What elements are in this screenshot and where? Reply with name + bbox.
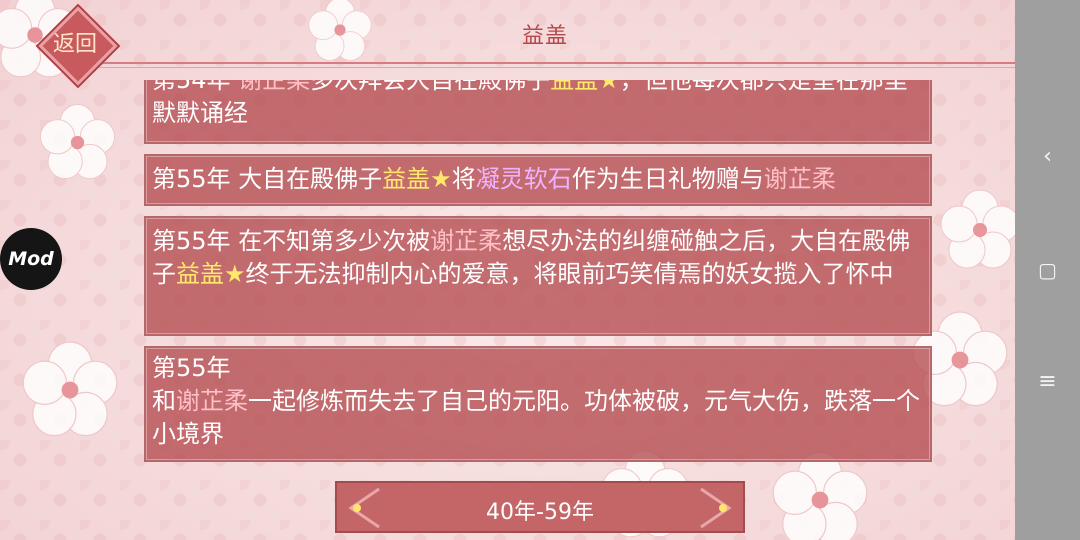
- blossom-decoration: [22, 341, 118, 437]
- header-divider: [95, 62, 1015, 64]
- page-range-selector[interactable]: 40年-59年: [335, 481, 745, 533]
- event-year: 第55年: [152, 354, 231, 382]
- next-page-icon[interactable]: [697, 487, 737, 529]
- event-text-segment: 和: [152, 387, 176, 415]
- event-card: 第55年 在不知第多少次被谢芷柔想尽办法的纠缠碰触之后，大自在殿佛子益盖★终于无…: [144, 216, 932, 336]
- npc-name: 益盖★: [176, 260, 246, 288]
- event-text: 第55年 大自在殿佛子益盖★将凝灵软石作为生日礼物赠与谢芷柔: [152, 165, 836, 193]
- event-log-list[interactable]: 第54年 谢芷柔多次拜会大自在殿佛子益盖★，但他每次都只是呈在那里默默诵经 第5…: [144, 80, 936, 472]
- event-text: 第55年 在不知第多少次被谢芷柔想尽办法的纠缠碰触之后，大自在殿佛子益盖★终于无…: [152, 227, 910, 288]
- item-name: 凝灵软石: [475, 165, 572, 193]
- character-name: 谢芷柔: [763, 165, 836, 193]
- event-text: 第55年和谢芷柔一起修炼而失去了自己的元阳。功体被破，元气大伤，跌落一个小境界: [152, 354, 920, 448]
- event-year: 第55年: [152, 227, 231, 255]
- nav-menu-button[interactable]: ≡: [1015, 362, 1080, 402]
- event-text-segment: 大自在殿佛子: [238, 165, 383, 193]
- nav-home-button[interactable]: ▢: [1015, 250, 1080, 290]
- event-text-segment: 一起修炼而失去了自己的元阳。功体被破，元气大伤，跌落一个小境界: [152, 387, 920, 448]
- character-name: 谢芷柔: [430, 227, 503, 255]
- npc-name: 益盖★: [550, 80, 620, 94]
- character-name: 谢芷柔: [176, 387, 248, 415]
- nav-back-button[interactable]: ‹: [1015, 137, 1080, 177]
- mod-badge[interactable]: Mod: [0, 228, 62, 290]
- back-button[interactable]: 返回: [38, 6, 118, 86]
- page-range-label: 40年-59年: [486, 500, 594, 525]
- event-text-segment: 终于无法抑制内心的爱意，将眼前巧笑倩焉的妖女揽入了怀中: [245, 260, 894, 288]
- event-year: 第55年: [152, 165, 231, 193]
- header-divider: [95, 67, 1015, 68]
- event-card: 第55年和谢芷柔一起修炼而失去了自己的元阳。功体被破，元气大伤，跌落一个小境界: [144, 346, 932, 462]
- system-nav-bar: ‹ ▢ ≡: [1015, 0, 1080, 540]
- character-name: 谢芷柔: [238, 80, 311, 94]
- event-card: 第54年 谢芷柔多次拜会大自在殿佛子益盖★，但他每次都只是呈在那里默默诵经: [144, 80, 932, 144]
- event-year: 第54年: [152, 80, 231, 94]
- blossom-decoration: [308, 0, 372, 61]
- back-button-label: 返回: [52, 32, 97, 57]
- event-text: 第54年 谢芷柔多次拜会大自在殿佛子益盖★，但他每次都只是呈在那里默默诵经: [152, 80, 908, 127]
- page-title: 益盖: [521, 24, 568, 49]
- event-text-segment: 将: [451, 165, 476, 193]
- game-screen: 益盖 返回 Mod 第54年 谢芷柔多次拜会大自在殿佛子益盖★，但他每次都只是呈…: [0, 0, 1080, 540]
- event-text-segment: 作为生日礼物赠与: [571, 165, 764, 193]
- blossom-decoration: [39, 104, 116, 180]
- npc-name: 益盖★: [382, 165, 452, 193]
- event-text-segment: 在不知第多少次被: [238, 227, 431, 255]
- event-card: 第55年 大自在殿佛子益盖★将凝灵软石作为生日礼物赠与谢芷柔: [144, 154, 932, 206]
- event-text-segment: 多次拜会大自在殿佛子: [310, 80, 551, 94]
